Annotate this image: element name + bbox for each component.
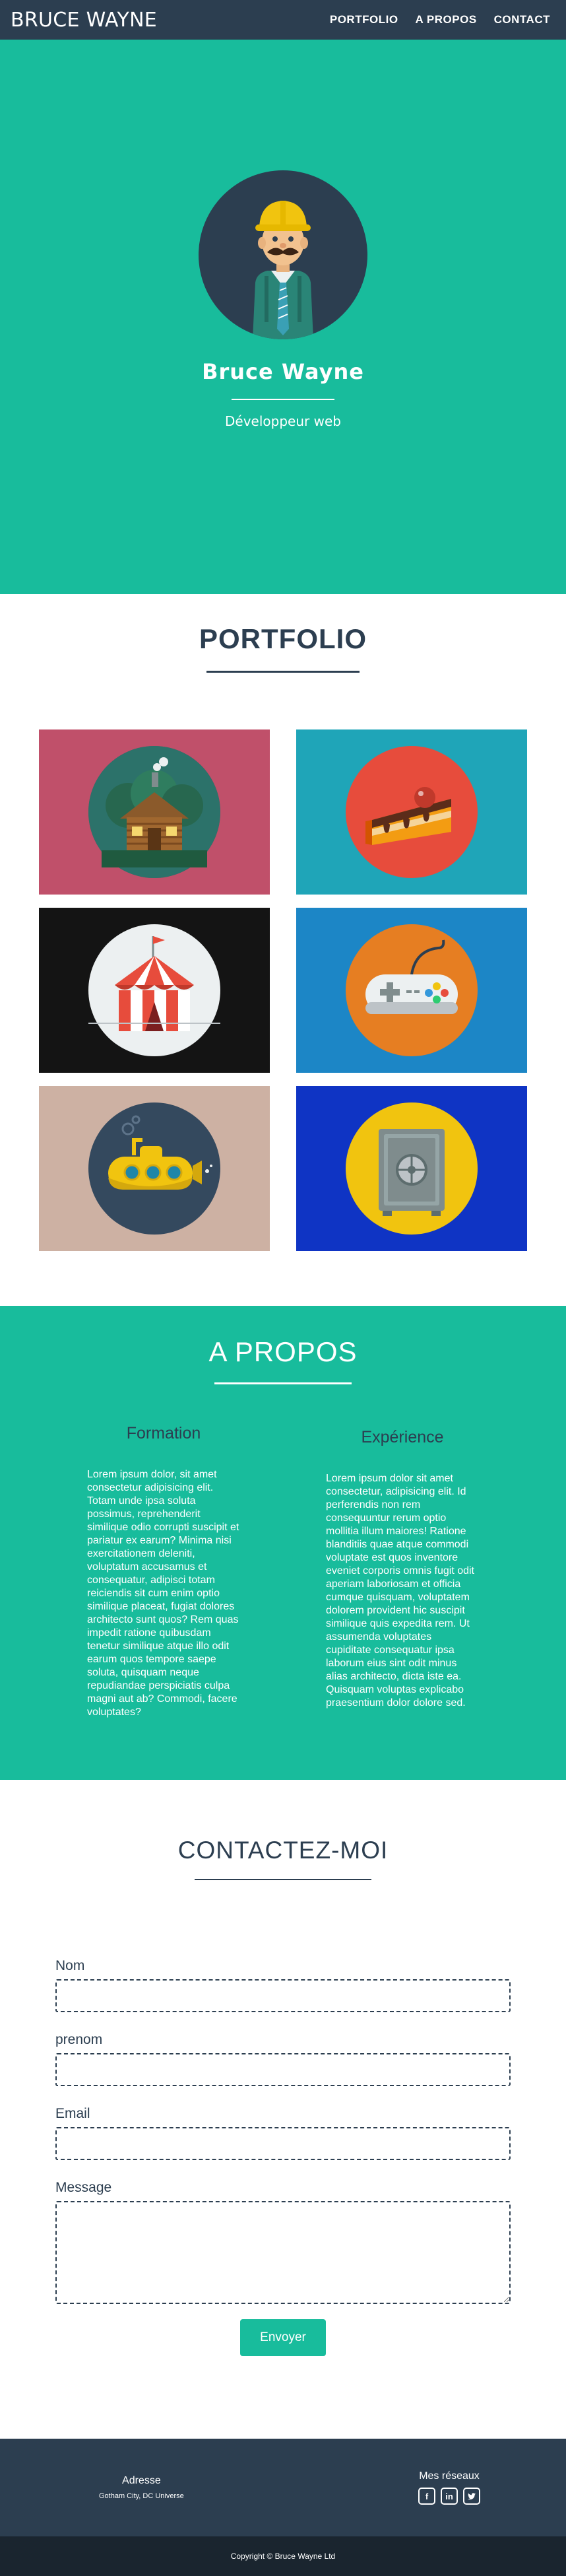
experience-text: Lorem ipsum dolor sit amet consectetur, … (326, 1473, 474, 1709)
prenom-field[interactable] (55, 2053, 511, 2086)
message-field[interactable] (55, 2201, 511, 2304)
formation-column: Formation Lorem ipsum dolor, sit amet co… (87, 1424, 240, 1719)
cake-icon (346, 746, 478, 878)
safe-icon (346, 1102, 478, 1235)
submit-button[interactable]: Envoyer (240, 2319, 326, 2356)
facebook-icon[interactable]: f (418, 2488, 435, 2505)
avatar (199, 170, 367, 339)
contact-section: CONTACTEZ-MOI Nom prenom Email Message E… (0, 1780, 566, 2439)
hero-divider (232, 399, 334, 400)
socials-title: Mes réseaux (419, 2470, 480, 2482)
portfolio-grid (0, 729, 566, 1251)
contact-form: Nom prenom Email Message Envoyer (55, 1958, 511, 2356)
footer-address: Adresse Gotham City, DC Universe (99, 2475, 184, 2500)
hero-section: Bruce Wayne Développeur web (0, 40, 566, 594)
twitter-icon[interactable] (463, 2488, 480, 2505)
nav-link-contact[interactable]: CONTACT (494, 13, 550, 26)
game-controller-icon (346, 924, 478, 1056)
linkedin-icon[interactable]: in (441, 2488, 458, 2505)
portfolio-item-circus[interactable] (39, 908, 270, 1073)
nom-field[interactable] (55, 1979, 511, 2012)
circus-tent-icon (88, 924, 220, 1056)
portfolio-item-controller[interactable] (296, 908, 527, 1073)
footer: Adresse Gotham City, DC Universe Mes rés… (0, 2439, 566, 2576)
email-field[interactable] (55, 2127, 511, 2160)
email-label: Email (55, 2106, 90, 2121)
portfolio-title: PORTFOLIO (199, 623, 367, 654)
portfolio-item-cake[interactable] (296, 729, 527, 895)
social-links: f in (418, 2488, 480, 2505)
formation-text: Lorem ipsum dolor, sit amet consectetur … (87, 1469, 239, 1718)
cabin-icon (88, 746, 220, 878)
nav-link-a-propos[interactable]: A PROPOS (416, 13, 477, 26)
footer-socials: Mes réseaux f in (418, 2470, 480, 2505)
nav-links: PORTFOLIO A PROPOS CONTACT (330, 13, 550, 26)
hero-role: Développeur web (225, 413, 341, 429)
about-title: A PROPOS (208, 1336, 358, 1367)
experience-heading: Expérience (361, 1428, 444, 1446)
copyright: Copyright © Bruce Wayne Ltd (0, 2536, 566, 2576)
contact-title: CONTACTEZ-MOI (177, 1837, 389, 1864)
address-text: Gotham City, DC Universe (99, 2492, 184, 2500)
portfolio-item-submarine[interactable] (39, 1086, 270, 1251)
about-section: A PROPOS Formation Lorem ipsum dolor, si… (0, 1306, 566, 1780)
nom-label: Nom (55, 1958, 85, 1973)
brand-link[interactable]: BRUCE WAYNE (11, 9, 157, 32)
portfolio-divider (206, 671, 360, 673)
message-label: Message (55, 2180, 112, 2195)
developer-avatar-icon (253, 201, 313, 339)
footer-top: Adresse Gotham City, DC Universe Mes rés… (0, 2439, 566, 2536)
formation-heading: Formation (126, 1424, 201, 1442)
nav-link-portfolio[interactable]: PORTFOLIO (330, 13, 398, 26)
portfolio-item-safe[interactable] (296, 1086, 527, 1251)
contact-divider (195, 1879, 371, 1880)
submarine-icon (88, 1102, 220, 1235)
prenom-label: prenom (55, 2032, 103, 2047)
about-columns: Formation Lorem ipsum dolor, sit amet co… (0, 1424, 566, 1719)
portfolio-section: PORTFOLIO (0, 594, 566, 1306)
portfolio-item-cabin[interactable] (39, 729, 270, 895)
navbar: BRUCE WAYNE PORTFOLIO A PROPOS CONTACT (0, 0, 566, 40)
experience-column: Expérience Lorem ipsum dolor sit amet co… (326, 1424, 479, 1719)
about-divider (214, 1382, 352, 1384)
address-title: Adresse (122, 2475, 161, 2486)
hero-name: Bruce Wayne (202, 359, 364, 384)
